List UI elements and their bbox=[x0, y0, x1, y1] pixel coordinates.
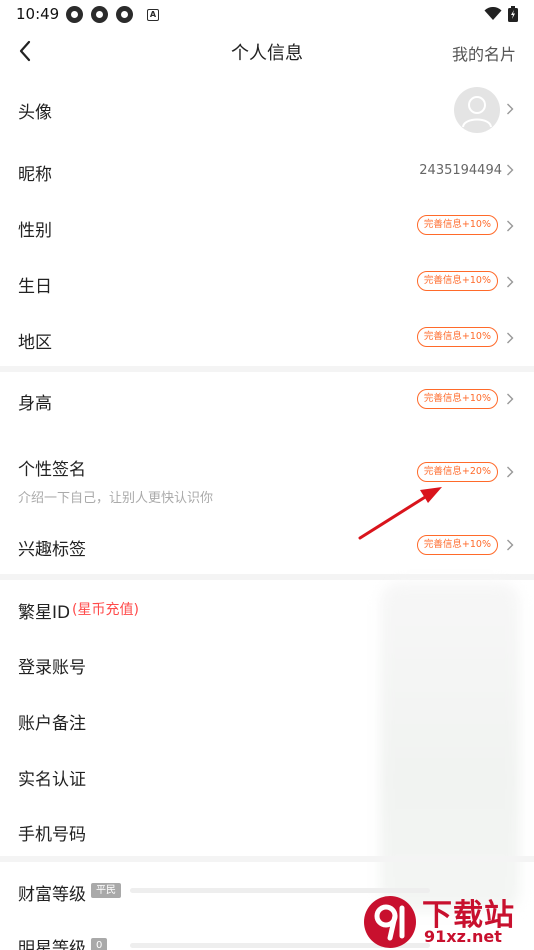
region-label: 地区 bbox=[18, 333, 52, 353]
chevron-right-icon bbox=[507, 332, 514, 344]
realname-row[interactable]: 实名认证 bbox=[0, 748, 534, 804]
notification-icons: A bbox=[66, 6, 159, 23]
wifi-icon bbox=[484, 7, 502, 20]
recharge-link[interactable]: (星币充值) bbox=[72, 599, 139, 619]
watermark-url: 91xz.net bbox=[424, 927, 502, 946]
chevron-right-icon bbox=[507, 164, 514, 176]
signature-label: 个性签名 bbox=[18, 460, 86, 480]
chevron-right-icon bbox=[507, 103, 514, 115]
realname-label: 实名认证 bbox=[18, 770, 86, 790]
battery-icon bbox=[508, 6, 518, 22]
wealth-level-badge: 平民 bbox=[91, 883, 121, 898]
chevron-right-icon bbox=[507, 220, 514, 232]
app-notification-icon bbox=[91, 6, 108, 23]
avatar[interactable] bbox=[454, 87, 500, 133]
avatar-label: 头像 bbox=[18, 103, 52, 123]
fanxing-id-label: 繁星ID bbox=[18, 603, 71, 623]
app-notification-icon bbox=[66, 6, 83, 23]
star-level-badge: 0 bbox=[91, 938, 108, 950]
complete-info-badge: 完善信息+10% bbox=[416, 271, 498, 291]
wealth-level-label: 财富等级 bbox=[18, 885, 86, 905]
nickname-value: 2435194494 bbox=[419, 163, 502, 178]
login-account-row[interactable]: 登录账号 bbox=[0, 636, 534, 692]
phone-row[interactable]: 手机号码 bbox=[0, 804, 534, 856]
chevron-right-icon bbox=[507, 466, 514, 478]
app-notification-icon bbox=[116, 6, 133, 23]
complete-info-badge: 完善信息+10% bbox=[416, 327, 498, 347]
signature-hint: 介绍一下自己，让别人更快认识你 bbox=[18, 491, 214, 506]
site-watermark: 下载站 91xz.net bbox=[362, 890, 530, 950]
star-level-label: 明星等级 bbox=[18, 939, 86, 950]
complete-info-badge: 完善信息+20% bbox=[416, 462, 498, 482]
section-divider bbox=[0, 856, 534, 862]
account-note-label: 账户备注 bbox=[18, 714, 86, 734]
watermark-logo-icon bbox=[364, 896, 416, 948]
nickname-label: 昵称 bbox=[18, 165, 52, 185]
complete-info-badge: 完善信息+10% bbox=[416, 389, 498, 409]
status-bar: 10:49 A bbox=[0, 0, 534, 28]
a-icon: A bbox=[147, 8, 159, 21]
phone-label: 手机号码 bbox=[18, 825, 86, 845]
gender-label: 性别 bbox=[18, 221, 52, 241]
status-time: 10:49 bbox=[16, 5, 60, 23]
interests-label: 兴趣标签 bbox=[18, 540, 86, 560]
complete-info-badge: 完善信息+10% bbox=[416, 535, 498, 555]
my-card-button[interactable]: 我的名片 bbox=[452, 41, 516, 65]
chevron-right-icon bbox=[507, 393, 514, 405]
chevron-right-icon bbox=[507, 276, 514, 288]
birthday-label: 生日 bbox=[18, 277, 52, 297]
user-placeholder-icon bbox=[462, 96, 492, 128]
chevron-right-icon bbox=[507, 539, 514, 551]
login-account-label: 登录账号 bbox=[18, 658, 86, 678]
system-icons bbox=[484, 6, 518, 22]
complete-info-badge: 完善信息+10% bbox=[416, 215, 498, 235]
nav-bar: 个人信息 我的名片 bbox=[0, 28, 534, 74]
height-label: 身高 bbox=[18, 394, 52, 414]
account-note-row[interactable]: 账户备注 bbox=[0, 692, 534, 748]
